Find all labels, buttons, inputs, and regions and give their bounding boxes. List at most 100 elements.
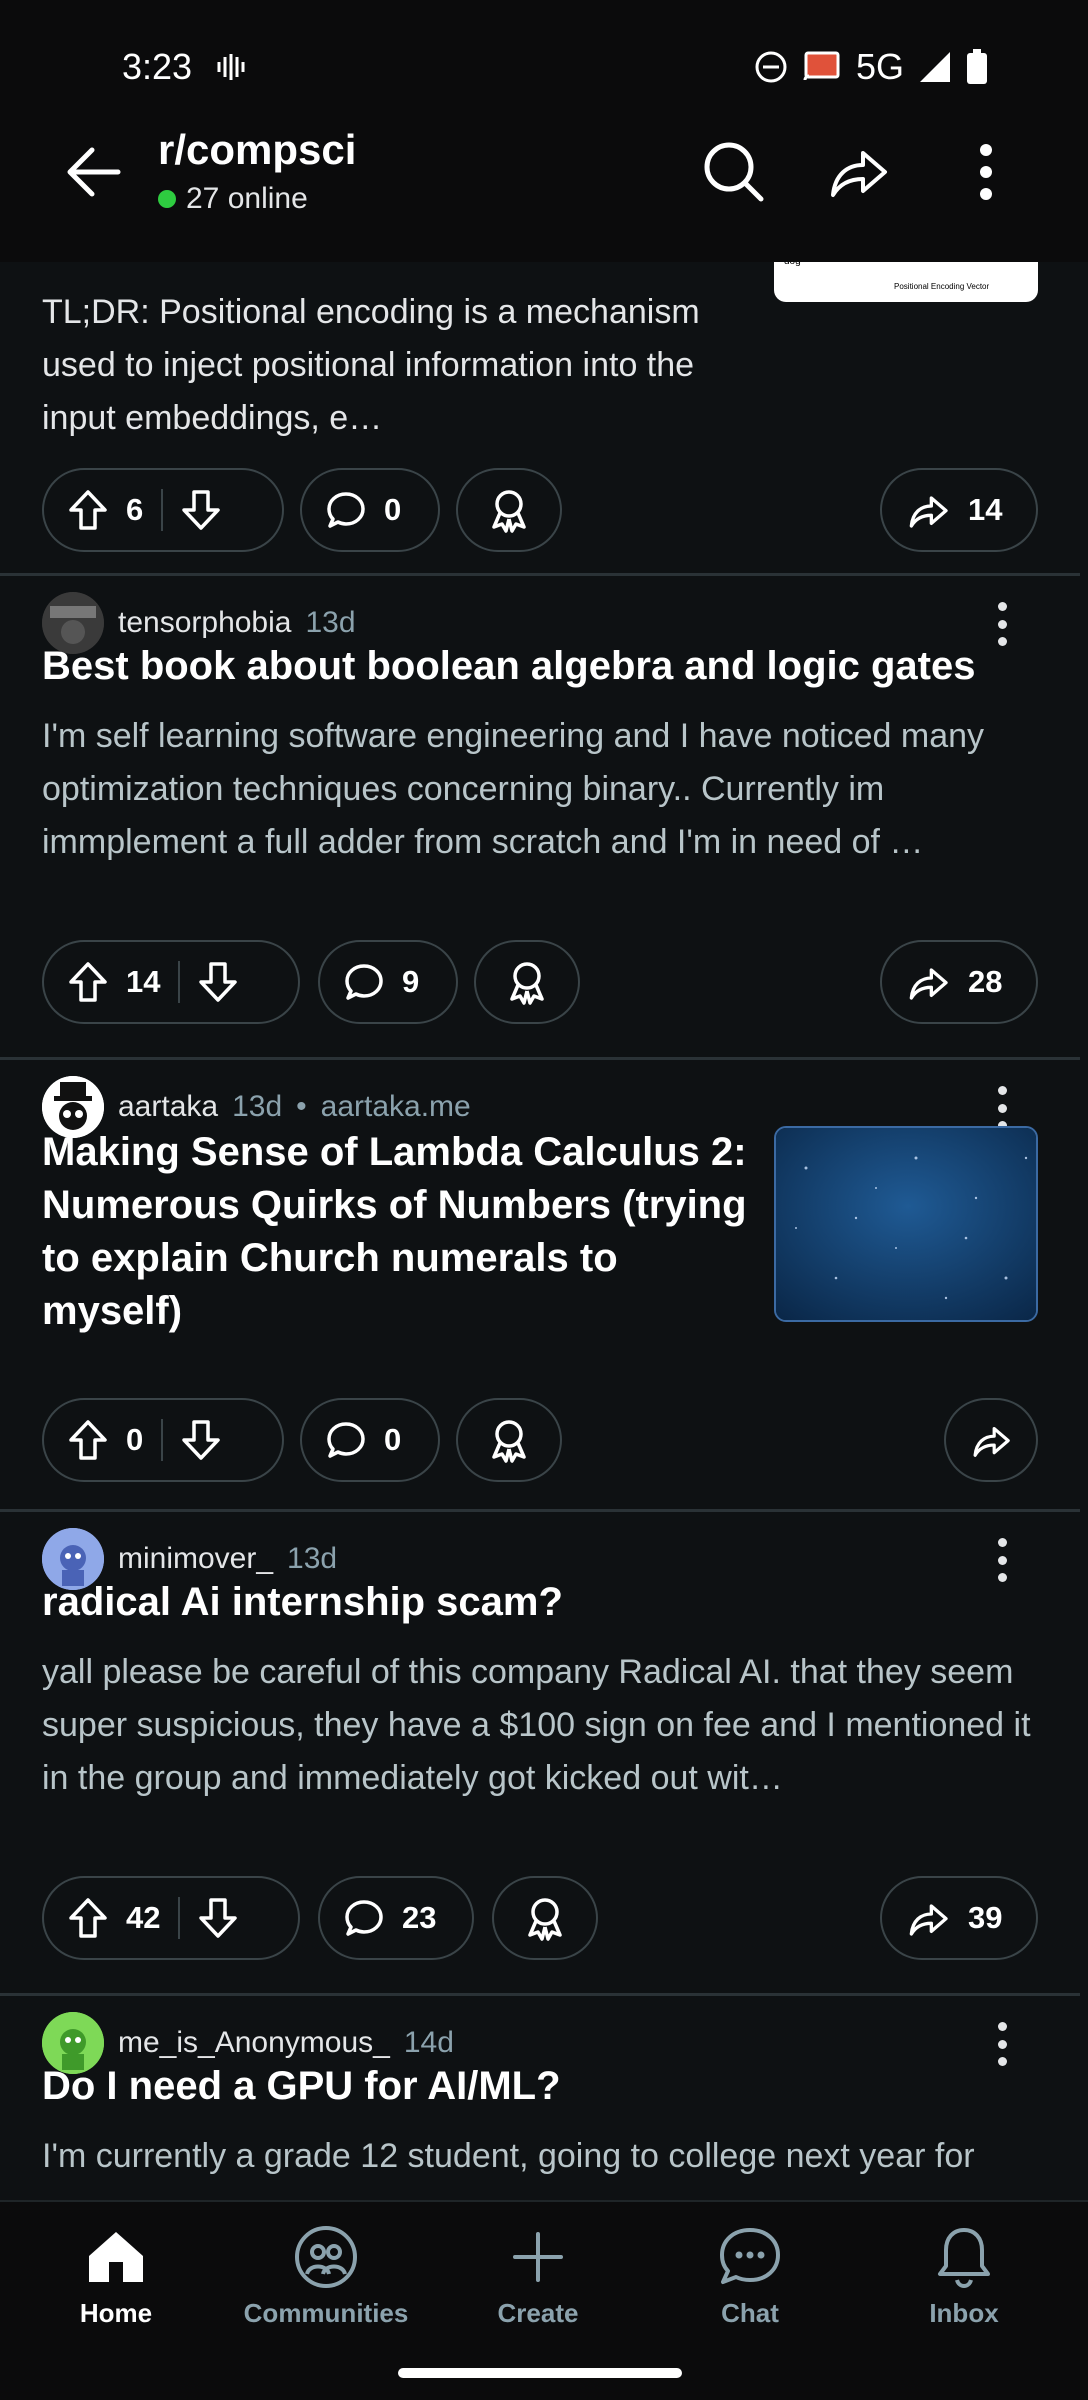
post-card[interactable]: me_is_Anonymous_ 14d Do I need a GPU for…	[0, 1996, 1080, 2200]
post-card[interactable]: dog Positional Encoding Vector TL;DR: Po…	[0, 262, 1080, 576]
share-post-button[interactable]: 39	[880, 1876, 1038, 1960]
gesture-home-bar[interactable]	[398, 2368, 682, 2378]
back-button[interactable]	[58, 136, 130, 208]
vote-pill: 42	[42, 1876, 300, 1960]
post-age: 13d	[232, 1090, 283, 1123]
post-actions: 14 9 28	[42, 940, 1038, 1024]
comment-count: 0	[384, 1422, 402, 1457]
upvote-count: 6	[126, 492, 144, 527]
vote-pill: 14	[42, 940, 300, 1024]
share-icon	[909, 496, 948, 528]
post-title[interactable]: Best book about boolean algebra and logi…	[42, 640, 975, 693]
post-card[interactable]: aartaka 13d • aartaka.me Making Sense of…	[0, 1060, 1080, 1512]
post-author[interactable]: aartaka	[118, 1090, 218, 1124]
separator-dot: •	[296, 1090, 307, 1123]
downvote-icon[interactable]	[181, 1419, 221, 1461]
upvote-icon[interactable]	[68, 961, 108, 1003]
nav-create[interactable]: Create	[438, 2222, 638, 2329]
comment-count: 23	[402, 1900, 437, 1935]
upvote-count: 0	[126, 1422, 144, 1457]
nav-communities[interactable]: Communities	[226, 2222, 426, 2329]
award-button[interactable]	[456, 468, 562, 552]
nav-chat[interactable]: Chat	[650, 2222, 850, 2329]
post-thumbnail[interactable]: dog Positional Encoding Vector	[774, 262, 1038, 302]
upvote-icon[interactable]	[68, 489, 108, 531]
post-more-button[interactable]	[982, 1530, 1022, 1590]
post-feed[interactable]: dog Positional Encoding Vector TL;DR: Po…	[0, 262, 1080, 2200]
bell-icon	[938, 2228, 990, 2289]
comments-button[interactable]: 23	[318, 1876, 474, 1960]
post-title[interactable]: Making Sense of Lambda Calculus 2: Numer…	[42, 1126, 762, 1338]
post-actions: 6 0 14	[42, 468, 1038, 552]
post-author[interactable]: minimover_	[118, 1542, 273, 1576]
award-icon	[492, 1420, 526, 1463]
post-body[interactable]: I'm self learning software engineering a…	[42, 710, 1042, 869]
upvote-count: 42	[126, 1900, 161, 1935]
post-actions: 42 23 39	[42, 1876, 1038, 1960]
cast-icon	[803, 51, 840, 81]
upvote-icon[interactable]	[68, 1419, 108, 1461]
status-icons: 5G	[754, 46, 988, 88]
post-card[interactable]: minimover_ 13d radical Ai internship sca…	[0, 1512, 1080, 1996]
nav-inbox-label: Inbox	[929, 2298, 999, 2328]
share-icon	[831, 151, 887, 197]
post-domain[interactable]: aartaka.me	[321, 1090, 471, 1124]
overflow-menu-button[interactable]	[948, 134, 1024, 210]
home-icon	[89, 2232, 143, 2282]
nav-chat-label: Chat	[721, 2298, 779, 2328]
online-count: 27 online	[158, 182, 308, 216]
share-icon	[909, 968, 948, 1000]
comments-button[interactable]: 0	[300, 468, 440, 552]
vibrate-icon	[216, 52, 246, 82]
nav-home-label: Home	[79, 2298, 153, 2328]
award-icon	[510, 962, 544, 1005]
comment-icon	[327, 1422, 365, 1458]
share-icon	[973, 1426, 1010, 1457]
award-button[interactable]	[456, 1398, 562, 1482]
upvote-icon[interactable]	[68, 1897, 108, 1939]
post-age: 13d	[305, 606, 356, 639]
dnd-icon	[755, 51, 787, 83]
subreddit-title[interactable]: r/compsci	[158, 126, 356, 174]
comments-button[interactable]: 0	[300, 1398, 440, 1482]
nav-communities-label: Communities	[243, 2298, 409, 2328]
comment-icon	[345, 1900, 383, 1936]
downvote-icon[interactable]	[198, 1897, 238, 1939]
post-more-button[interactable]	[982, 2014, 1022, 2074]
award-icon	[528, 1898, 562, 1941]
nav-inbox[interactable]: Inbox	[864, 2222, 1064, 2329]
battery-icon	[967, 49, 987, 84]
share-post-button[interactable]: 28	[880, 940, 1038, 1024]
post-more-button[interactable]	[982, 594, 1022, 654]
share-post-button[interactable]	[944, 1398, 1038, 1482]
post-title[interactable]: Do I need a GPU for AI/ML?	[42, 2060, 561, 2113]
post-author[interactable]: tensorphobia	[118, 606, 291, 640]
communities-icon	[295, 2226, 357, 2288]
post-thumbnail[interactable]	[774, 1126, 1038, 1322]
comment-count: 9	[402, 964, 420, 999]
chat-icon	[720, 2228, 780, 2284]
comment-count: 0	[384, 492, 402, 527]
downvote-icon[interactable]	[198, 961, 238, 1003]
online-label: 27 online	[186, 182, 308, 215]
thumbnail-word: dog	[784, 262, 801, 267]
post-body[interactable]: I'm currently a grade 12 student, going …	[42, 2130, 1080, 2183]
award-button[interactable]	[492, 1876, 598, 1960]
post-title[interactable]: radical Ai internship scam?	[42, 1576, 563, 1629]
search-button[interactable]	[696, 134, 772, 210]
share-button[interactable]	[820, 134, 896, 210]
award-icon	[492, 490, 526, 533]
post-card[interactable]: tensorphobia 13d Best book about boolean…	[0, 576, 1080, 1060]
comments-button[interactable]: 9	[318, 940, 458, 1024]
nav-home[interactable]: Home	[16, 2222, 216, 2329]
share-icon	[909, 1904, 948, 1936]
share-post-button[interactable]: 14	[880, 468, 1038, 552]
comment-icon	[345, 964, 383, 1000]
vote-pill: 6	[42, 468, 284, 552]
post-age: 13d	[287, 1542, 338, 1575]
post-body[interactable]: yall please be careful of this company R…	[42, 1646, 1042, 1805]
award-button[interactable]	[474, 940, 580, 1024]
post-body[interactable]: TL;DR: Positional encoding is a mechanis…	[42, 286, 762, 445]
downvote-icon[interactable]	[181, 489, 221, 531]
post-author[interactable]: me_is_Anonymous_	[118, 2026, 390, 2060]
